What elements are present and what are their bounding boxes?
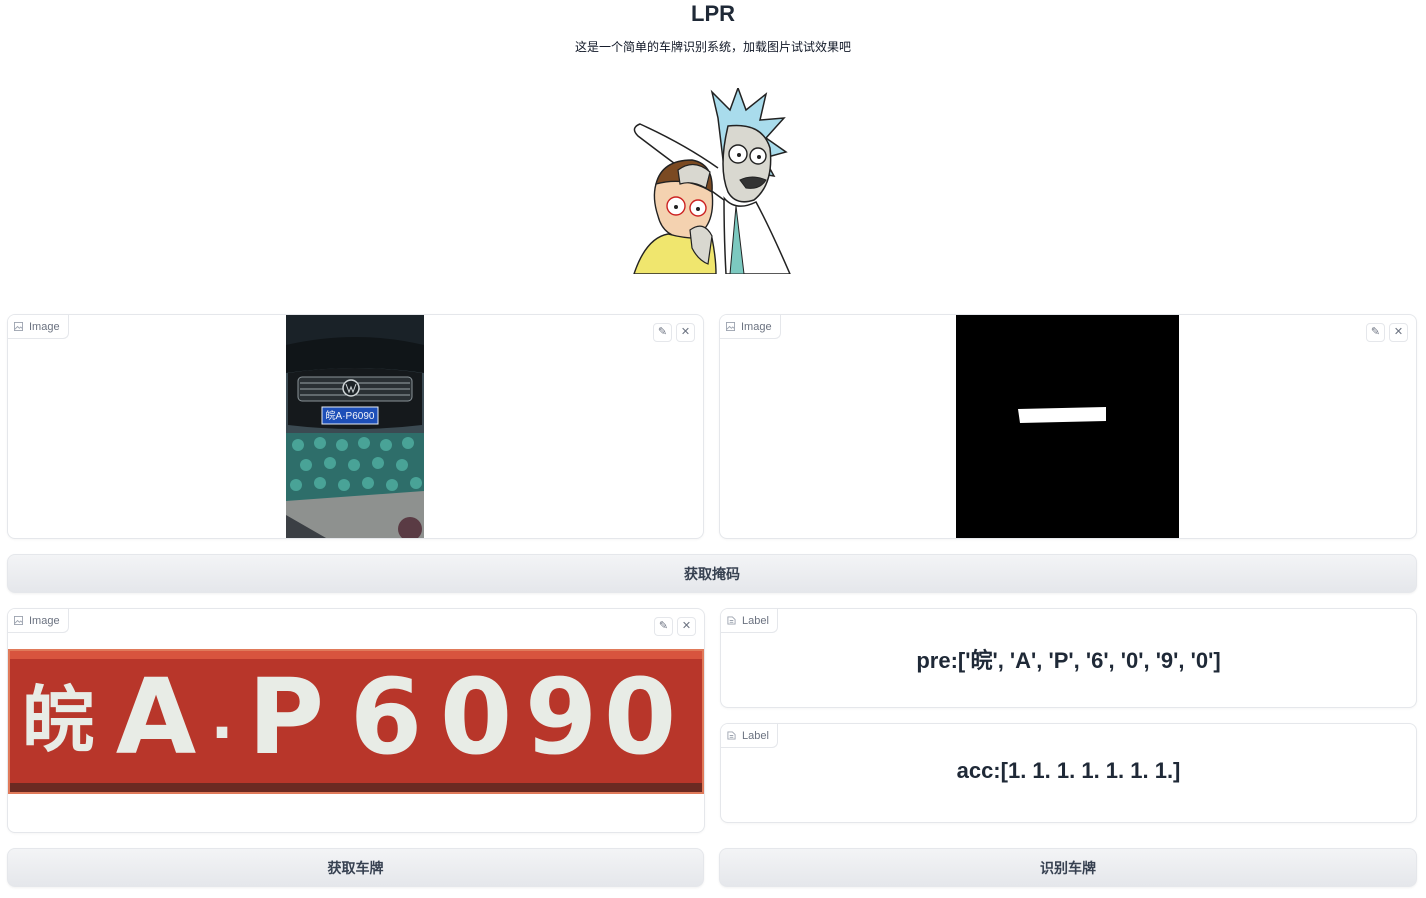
- plate-char: 6: [350, 656, 422, 778]
- plate-crop-image: 皖 A · P 6 0 9 0: [8, 649, 704, 794]
- car-photo: 皖A·P6090: [286, 315, 424, 538]
- plate-char: A: [116, 656, 197, 778]
- mask-result-image: [956, 315, 1179, 538]
- label-icon: [727, 731, 736, 740]
- get-mask-button[interactable]: 获取掩码: [7, 554, 1417, 593]
- plate-image-label-text: Image: [29, 614, 60, 627]
- plate-char: 9: [525, 656, 597, 778]
- edit-icon[interactable]: ✎: [653, 323, 672, 342]
- prediction-label-header: Label: [721, 609, 778, 633]
- accuracy-value: acc:[1. 1. 1. 1. 1. 1. 1.]: [956, 758, 1181, 783]
- mask-image-panel[interactable]: Image ✎ ✕: [719, 314, 1417, 539]
- image-icon: [14, 616, 23, 625]
- plate-image-tools: ✎ ✕: [654, 617, 696, 636]
- plate-image-panel[interactable]: Image ✎ ✕ 皖 A · P 6 0 9 0: [7, 608, 705, 833]
- label-icon: [727, 616, 736, 625]
- mask-image-label-text: Image: [741, 320, 772, 333]
- close-icon[interactable]: ✕: [677, 617, 696, 636]
- image-icon: [14, 322, 23, 331]
- input-image-tools: ✎ ✕: [653, 323, 695, 342]
- input-plate-text: 皖A·P6090: [326, 409, 375, 422]
- prediction-value: pre:['皖', 'A', 'P', '6', '0', '9', '0']: [916, 648, 1221, 673]
- close-icon[interactable]: ✕: [676, 323, 695, 342]
- recognize-plate-button[interactable]: 识别车牌: [719, 848, 1417, 887]
- plate-char: P: [248, 656, 324, 778]
- get-plate-button[interactable]: 获取车牌: [7, 848, 704, 887]
- prediction-label-panel: Label pre:['皖', 'A', 'P', '6', '0', '9',…: [720, 608, 1417, 708]
- mask-image-label: Image: [720, 315, 781, 339]
- app-description: 这是一个简单的车牌识别系统，加载图片试试效果吧: [574, 40, 851, 54]
- app-title: LPR: [691, 1, 735, 26]
- plate-image-label: Image: [8, 609, 69, 633]
- prediction-label-text: Label: [742, 614, 769, 627]
- cartoon-illustration: [633, 88, 791, 274]
- plate-char: 0: [440, 656, 512, 778]
- plate-char: 0: [604, 656, 676, 778]
- plate-char: ·: [211, 698, 234, 768]
- plate-char: 皖: [22, 678, 94, 762]
- input-image-label-text: Image: [29, 320, 60, 333]
- edit-icon[interactable]: ✎: [1366, 323, 1385, 342]
- accuracy-label-text: Label: [742, 729, 769, 742]
- close-icon[interactable]: ✕: [1389, 323, 1408, 342]
- accuracy-label-header: Label: [721, 724, 778, 748]
- accuracy-label-panel: Label acc:[1. 1. 1. 1. 1. 1. 1.]: [720, 723, 1417, 823]
- mask-image-tools: ✎ ✕: [1366, 323, 1408, 342]
- input-image-panel[interactable]: Image ✎ ✕ 皖A·P6090: [7, 314, 704, 539]
- edit-icon[interactable]: ✎: [654, 617, 673, 636]
- input-image-label: Image: [8, 315, 69, 339]
- image-icon: [726, 322, 735, 331]
